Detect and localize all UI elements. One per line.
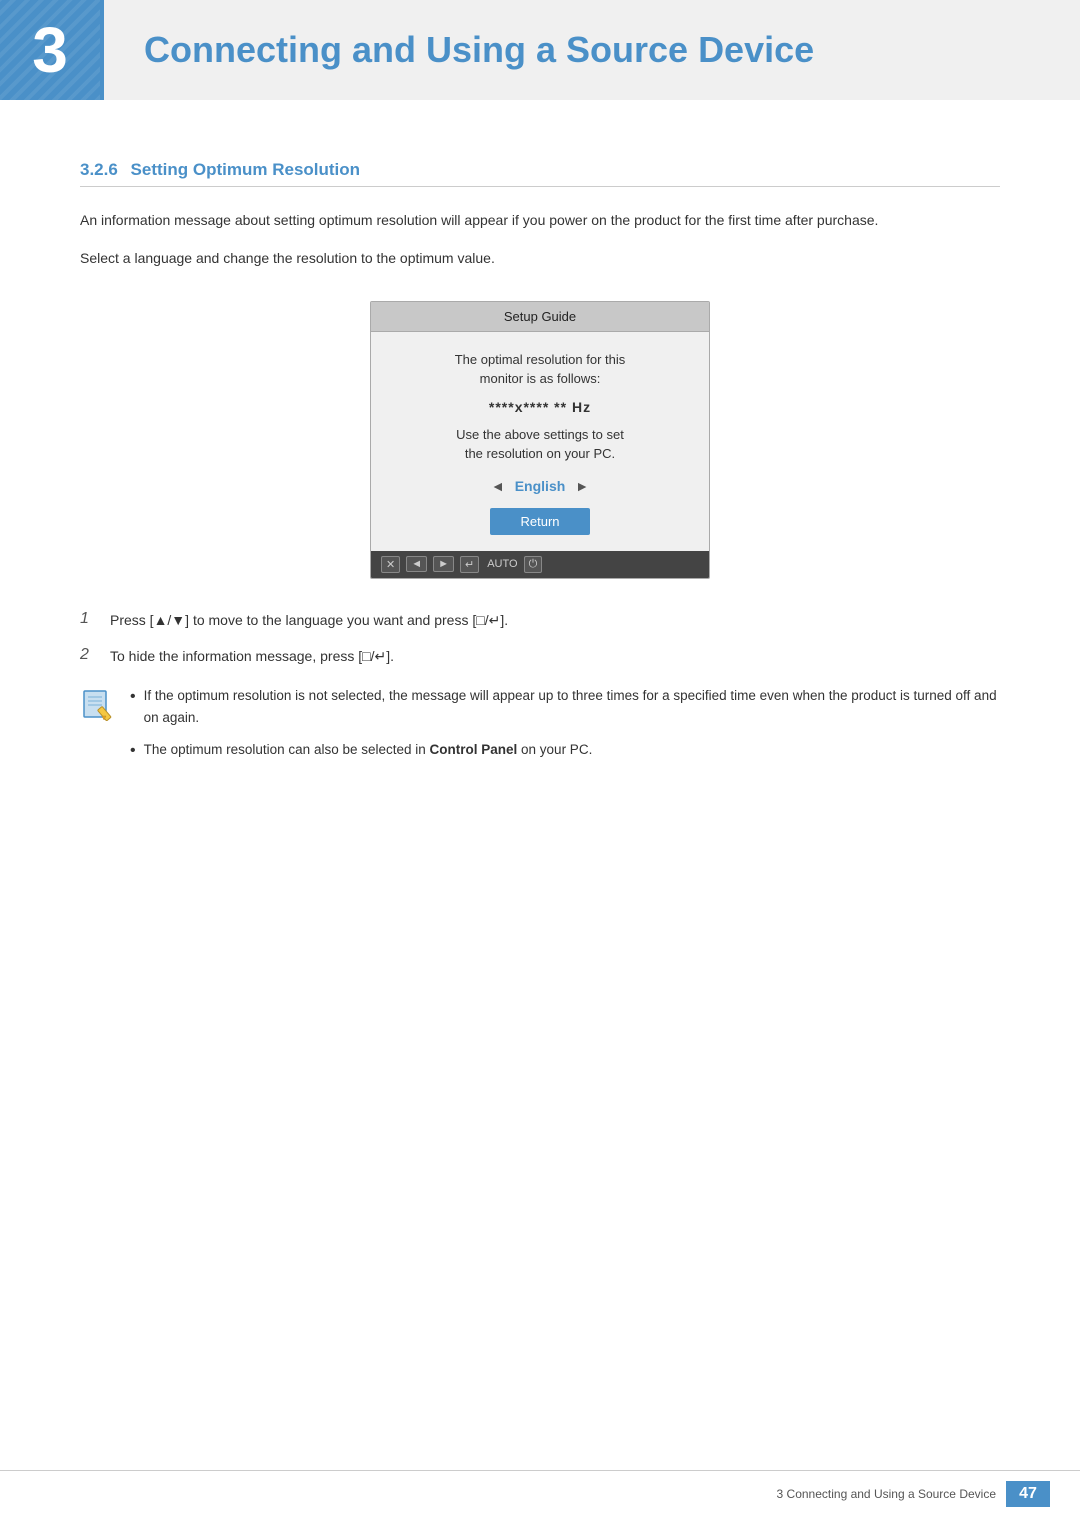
note-section: • If the optimum resolution is not selec…: [80, 685, 1000, 772]
footer-icon-x: ✕: [381, 556, 400, 573]
step-1-text: Press [▲/▼] to move to the language you …: [110, 609, 508, 631]
step-1-number: 1: [80, 609, 98, 628]
note-bullets: • If the optimum resolution is not selec…: [130, 685, 1000, 772]
section-number: 3.2.6: [80, 160, 118, 179]
language-next-arrow[interactable]: ►: [575, 478, 589, 494]
dialog-footer: ✕ ◄ ► ↵ AUTO ⏻: [371, 551, 709, 578]
page-footer: 3 Connecting and Using a Source Device 4…: [0, 1470, 1080, 1507]
body-paragraph-2: Select a language and change the resolut…: [80, 247, 1000, 271]
main-content: 3.2.6 Setting Optimum Resolution An info…: [0, 140, 1080, 833]
dialog-titlebar: Setup Guide: [371, 302, 709, 332]
body-paragraph-1: An information message about setting opt…: [80, 209, 1000, 233]
chapter-number: 3: [32, 18, 68, 82]
dialog-language-row: ◄ English ►: [391, 478, 689, 494]
dialog-instruction-text: Use the above settings to set the resolu…: [391, 425, 689, 464]
footer-page-number: 47: [1006, 1481, 1050, 1507]
dialog-body: The optimal resolution for this monitor …: [371, 332, 709, 551]
footer-chapter-text: 3 Connecting and Using a Source Device: [777, 1487, 996, 1501]
note-icon: [80, 685, 116, 721]
dialog-resolution-value: ****x**** ** Hz: [391, 399, 689, 415]
step-2-text: To hide the information message, press […: [110, 645, 394, 667]
section-heading: 3.2.6 Setting Optimum Resolution: [80, 160, 1000, 187]
dialog-return-button[interactable]: Return: [490, 508, 589, 535]
page-header: 3 Connecting and Using a Source Device: [0, 0, 1080, 100]
step-item-2: 2 To hide the information message, press…: [80, 645, 1000, 667]
chapter-number-block: 3: [0, 0, 100, 100]
dialog-container: Setup Guide The optimal resolution for t…: [80, 301, 1000, 579]
step-item-1: 1 Press [▲/▼] to move to the language yo…: [80, 609, 1000, 631]
footer-icon-power: ⏻: [524, 556, 543, 573]
language-prev-arrow[interactable]: ◄: [491, 478, 505, 494]
note-bullet-1-text: If the optimum resolution is not selecte…: [144, 685, 1000, 728]
note-bullet-2-text: The optimum resolution can also be selec…: [144, 739, 593, 761]
control-panel-bold: Control Panel: [430, 742, 518, 757]
chapter-title: Connecting and Using a Source Device: [144, 29, 814, 71]
note-bullet-dot-2: •: [130, 739, 136, 763]
chapter-title-block: Connecting and Using a Source Device: [100, 0, 1080, 100]
note-bullet-dot-1: •: [130, 685, 136, 709]
footer-icon-enter: ↵: [460, 556, 479, 573]
footer-icon-left: ◄: [406, 556, 427, 572]
dialog-resolution-text: The optimal resolution for this monitor …: [391, 350, 689, 389]
dialog-language-label: English: [515, 478, 566, 494]
step-2-number: 2: [80, 645, 98, 664]
footer-auto-text: AUTO: [487, 558, 517, 570]
note-bullet-1: • If the optimum resolution is not selec…: [130, 685, 1000, 728]
note-bullet-2: • The optimum resolution can also be sel…: [130, 739, 1000, 763]
steps-section: 1 Press [▲/▼] to move to the language yo…: [80, 609, 1000, 668]
section-title: Setting Optimum Resolution: [131, 160, 361, 179]
setup-dialog: Setup Guide The optimal resolution for t…: [370, 301, 710, 579]
footer-icon-right: ►: [433, 556, 454, 572]
